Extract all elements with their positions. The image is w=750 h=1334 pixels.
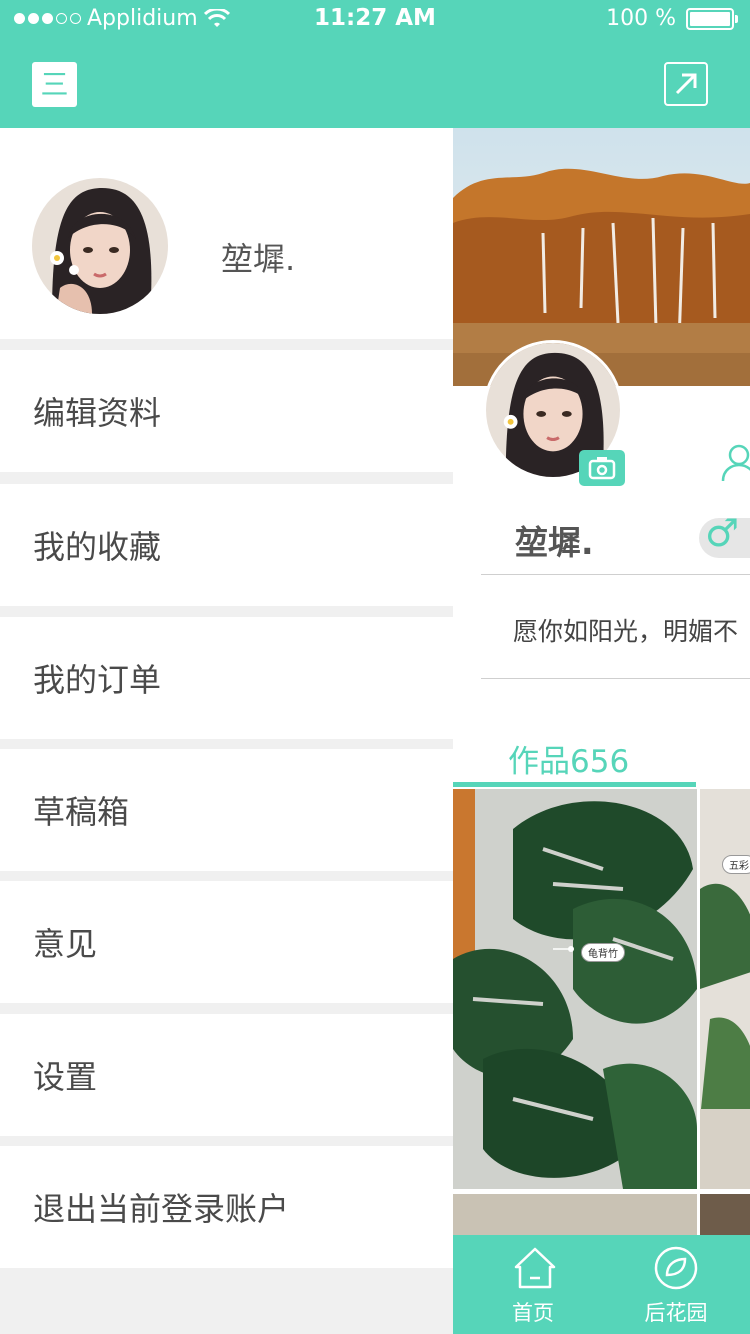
tab-garden[interactable]: 后花园	[601, 1235, 750, 1334]
work-photo[interactable]: 五彩	[700, 789, 750, 1189]
avatar[interactable]	[32, 178, 168, 314]
male-icon: ♂	[705, 511, 740, 555]
menu-item-label: 我的收藏	[33, 528, 162, 566]
menu-item-favorites[interactable]: 我的收藏	[0, 484, 453, 606]
work-photo[interactable]: 龟背竹	[453, 789, 697, 1189]
drawer-username: 堃墀.	[221, 240, 296, 278]
divider	[481, 678, 750, 679]
profile-page: 堃墀. ♂ 愿你如阳光，明媚不 作品656 龟背竹 五彩 首页 后花园	[453, 128, 750, 1334]
leaf-icon	[654, 1246, 698, 1290]
menu-item-label: 退出当前登录账户	[33, 1190, 290, 1228]
battery-group: 100 %	[606, 6, 738, 31]
menu-button[interactable]: 三	[32, 62, 77, 107]
menu-item-label: 草稿箱	[33, 793, 130, 831]
side-drawer: 堃墀. 编辑资料 我的收藏 我的订单 草稿箱 意见 设置 退出当前登录账户	[0, 128, 453, 1334]
profile-bio: 愿你如阳光，明媚不	[513, 617, 739, 646]
tab-label: 后花园	[644, 1301, 708, 1325]
menu-item-orders[interactable]: 我的订单	[0, 617, 453, 739]
share-button[interactable]	[664, 62, 708, 106]
gender-badge: ♂	[699, 514, 750, 558]
bottom-tab-bar: 首页 后花园	[453, 1235, 750, 1334]
follow-user-icon[interactable]	[719, 443, 750, 483]
plant-tag[interactable]: 五彩	[722, 855, 750, 874]
tab-home[interactable]: 首页	[458, 1235, 608, 1334]
share-arrow-icon	[675, 73, 697, 95]
menu-icon: 三	[40, 67, 69, 101]
plant-tag[interactable]: 龟背竹	[581, 943, 625, 962]
tab-label: 首页	[512, 1301, 554, 1325]
tab-works[interactable]: 作品656	[508, 736, 629, 781]
menu-item-label: 意见	[33, 925, 98, 963]
home-icon	[514, 1247, 556, 1289]
top-nav-bar: 三	[0, 40, 750, 128]
menu-item-drafts[interactable]: 草稿箱	[0, 749, 453, 871]
change-avatar-button[interactable]	[579, 450, 625, 486]
battery-icon	[686, 7, 738, 30]
cover-photo	[453, 128, 750, 386]
menu-item-label: 编辑资料	[33, 394, 162, 432]
profile-name: 堃墀.	[515, 523, 594, 562]
menu-item-label: 设置	[33, 1058, 98, 1096]
menu-item-feedback[interactable]: 意见	[0, 881, 453, 1003]
battery-percent: 100 %	[606, 6, 676, 31]
drawer-profile-header[interactable]: 堃墀.	[0, 128, 453, 339]
menu-item-label: 我的订单	[33, 661, 162, 699]
camera-icon	[588, 457, 616, 480]
active-tab-indicator	[453, 782, 696, 787]
menu-item-logout[interactable]: 退出当前登录账户	[0, 1146, 453, 1268]
menu-item-edit-profile[interactable]: 编辑资料	[0, 350, 453, 472]
status-bar: Applidium 11:27 AM 100 %	[0, 0, 750, 40]
menu-item-settings[interactable]: 设置	[0, 1014, 453, 1136]
divider	[481, 574, 750, 575]
